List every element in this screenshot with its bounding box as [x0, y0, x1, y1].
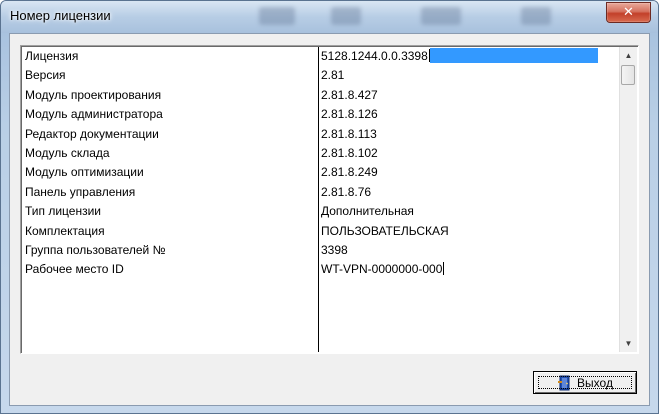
background-blur	[521, 7, 551, 25]
property-value-text: 2.81.8.249	[321, 165, 378, 180]
property-value[interactable]: 2.81.8.126	[319, 105, 619, 124]
property-value[interactable]: 3398	[319, 241, 619, 260]
property-name: Версия	[25, 68, 66, 83]
property-value[interactable]: WT-VPN-0000000-000	[319, 260, 619, 279]
property-value[interactable]: ПОЛЬЗОВАТЕЛЬСКАЯ	[319, 222, 619, 241]
background-blur	[259, 7, 295, 25]
focus-rectangle	[538, 376, 632, 389]
property-value-text: Дополнительная	[321, 204, 414, 219]
property-value[interactable]: 2.81.8.76	[319, 183, 619, 202]
selection-highlight	[429, 48, 598, 63]
text-caret	[443, 262, 445, 276]
property-name: Тип лицензии	[25, 204, 101, 219]
property-value-text: 2.81	[321, 68, 345, 83]
dialog-client-area: Лицензия Версия Модуль проектирования Модул…	[9, 33, 650, 406]
window-title: Номер лицензии	[10, 8, 111, 23]
property-name: Лицензия	[25, 49, 79, 63]
property-value[interactable]: 2.81.8.249	[319, 163, 619, 182]
property-name: Редактор документации	[25, 126, 159, 141]
property-value[interactable]: 2.81.8.427	[319, 86, 619, 105]
close-icon: ✕	[623, 5, 634, 20]
property-name: Модуль склада	[25, 145, 110, 160]
property-name-column: Лицензия Версия Модуль проектирования Модул…	[22, 47, 319, 352]
property-name: Модуль проектирования	[25, 87, 162, 102]
property-value-text: 2.81.8.126	[321, 107, 378, 122]
property-value[interactable]: 2.81	[319, 66, 619, 85]
license-info-list[interactable]: Лицензия Версия Модуль проектирования Модул…	[20, 45, 639, 354]
background-blur	[421, 7, 461, 25]
property-value-text: 2.81.8.102	[321, 145, 378, 160]
property-value-text: 3398	[321, 242, 348, 257]
property-value-text: WT-VPN-0000000-000	[321, 262, 443, 277]
property-value[interactable]: Дополнительная	[319, 202, 619, 221]
background-blur	[331, 7, 361, 25]
scroll-thumb[interactable]	[621, 65, 635, 85]
license-dialog: Номер лицензии ✕ Лицензия Версия Модуль пр…	[0, 0, 659, 414]
property-value-text: 2.81.8.113	[321, 126, 377, 141]
property-value-text: 2.81.8.427	[321, 87, 378, 102]
property-value[interactable]: 5128.1244.0.0.3398	[319, 47, 619, 66]
property-name: Панель управления	[25, 184, 136, 199]
property-name: Рабочее место ID	[25, 262, 124, 277]
exit-button[interactable]: Выход	[533, 371, 637, 394]
property-name: Группа пользователей №	[25, 242, 166, 257]
property-value-column[interactable]: 5128.1244.0.0.3398 2.81 2.81.8.427 2.81.8.1…	[319, 47, 619, 352]
vertical-scrollbar[interactable]: ▲ ▼	[619, 47, 637, 352]
title-bar[interactable]: Номер лицензии ✕	[1, 1, 658, 33]
arrow-down-icon: ▼	[624, 339, 633, 348]
property-name: Модуль администратора	[25, 107, 163, 122]
property-value-text: ПОЛЬЗОВАТЕЛЬСКАЯ	[321, 223, 449, 238]
property-name: Модуль оптимизации	[25, 165, 144, 180]
arrow-up-icon: ▲	[624, 51, 633, 60]
property-value-text: 5128.1244.0.0.3398	[321, 49, 428, 63]
scroll-up-button[interactable]: ▲	[620, 47, 637, 64]
scroll-down-button[interactable]: ▼	[620, 335, 637, 352]
property-value[interactable]: 2.81.8.113	[319, 125, 619, 144]
property-value[interactable]: 2.81.8.102	[319, 144, 619, 163]
close-button[interactable]: ✕	[606, 2, 651, 23]
property-name: Комплектация	[25, 223, 105, 238]
property-value-text: 2.81.8.76	[321, 184, 372, 199]
